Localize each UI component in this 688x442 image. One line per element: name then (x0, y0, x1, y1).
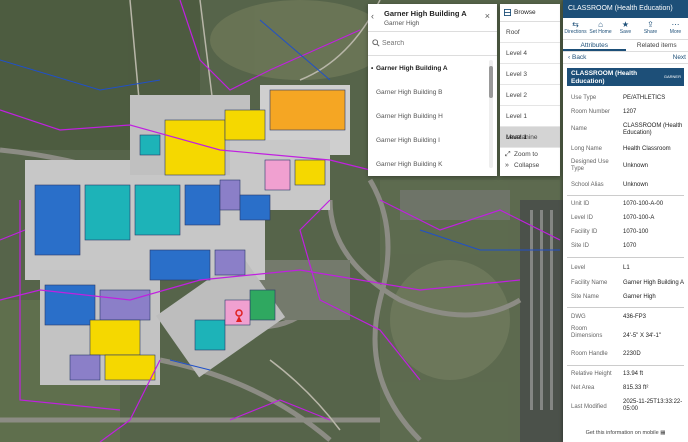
back-link[interactable]: ‹ Back (568, 54, 586, 61)
facility-item[interactable]: Garner High Building B (368, 82, 486, 104)
share-icon: ⇪ (647, 20, 654, 29)
browse-button[interactable]: Browse (500, 4, 560, 22)
zoom-to-icon: ⤢ (505, 151, 511, 158)
search-input[interactable] (382, 36, 487, 51)
facility-item[interactable]: • Garner High Building A (368, 58, 486, 80)
scrollbar-thumb[interactable] (489, 66, 493, 98)
search-icon (372, 39, 380, 47)
feature-panel: CLASSROOM (Health Education) ⇆ Directions… (563, 0, 688, 442)
star-icon: ★ (621, 20, 630, 29)
browse-icon (504, 9, 511, 16)
qr-code-icon: ▦ (660, 430, 666, 436)
divider (567, 195, 684, 196)
home-icon: ⌂ (598, 20, 603, 29)
divider (567, 307, 684, 308)
panel-toolbar: ⇆ Directions ⌂ Set Home ★ Save ⇪ Share ⋯ More (563, 18, 688, 40)
district-logo: GARNER (663, 74, 681, 79)
save-button[interactable]: ★ Save (613, 18, 638, 39)
level-item-roof[interactable]: Roof (500, 22, 560, 43)
selected-dot-icon: • (371, 65, 374, 72)
picker-search (368, 32, 497, 56)
level-selector: Browse Roof Level 4 Level 3 Level 2 Leve… (500, 4, 560, 176)
more-button[interactable]: ⋯ More (663, 18, 688, 39)
facility-item[interactable]: Garner High Building H (368, 106, 486, 128)
double-chevron-right-icon: » (505, 162, 509, 169)
picker-header: ‹ Garner High Building A Garner High × (368, 4, 497, 32)
facility-item[interactable]: Garner High Building K (368, 154, 486, 176)
level-item-3[interactable]: Level 3 (500, 64, 560, 85)
directions-button[interactable]: ⇆ Directions (563, 18, 588, 39)
panel-tabs: Attributes Related items (563, 40, 688, 52)
zoom-to-button[interactable]: ⤢ Zoom to (500, 149, 560, 160)
panel-nav: ‹ Back Next (563, 52, 688, 64)
facility-picker: ‹ Garner High Building A Garner High × •… (368, 4, 497, 176)
scrollbar[interactable] (489, 60, 493, 168)
close-icon[interactable]: × (485, 11, 490, 21)
mobile-link[interactable]: Get this information on mobile ▦ (563, 430, 688, 436)
level-item-4[interactable]: Level 4 (500, 43, 560, 64)
feature-title: CLASSROOM (Health Education) GARNER (567, 68, 684, 86)
facility-title: Garner High Building A (384, 9, 467, 18)
panel-header: CLASSROOM (Health Education) (563, 0, 688, 18)
tab-related-items[interactable]: Related items (626, 40, 688, 51)
level-item-2[interactable]: Level 2 (500, 85, 560, 106)
divider (567, 365, 684, 366)
set-home-button[interactable]: ⌂ Set Home (588, 18, 613, 39)
directions-icon: ⇆ (572, 20, 579, 29)
level-item-1-mezzanine[interactable]: Level 1 Mezzanine (500, 106, 560, 141)
chevron-left-icon[interactable]: ‹ (371, 11, 374, 21)
facility-item[interactable]: Garner High Building I (368, 130, 486, 152)
more-icon: ⋯ (671, 20, 680, 29)
facility-list: • Garner High Building A Garner High Buil… (368, 56, 497, 176)
divider (567, 257, 684, 258)
tab-attributes[interactable]: Attributes (563, 40, 626, 51)
share-button[interactable]: ⇪ Share (638, 18, 663, 39)
facility-subtitle: Garner High (384, 20, 420, 27)
next-link[interactable]: Next (673, 54, 686, 61)
collapse-button[interactable]: » Collapse (500, 160, 560, 171)
